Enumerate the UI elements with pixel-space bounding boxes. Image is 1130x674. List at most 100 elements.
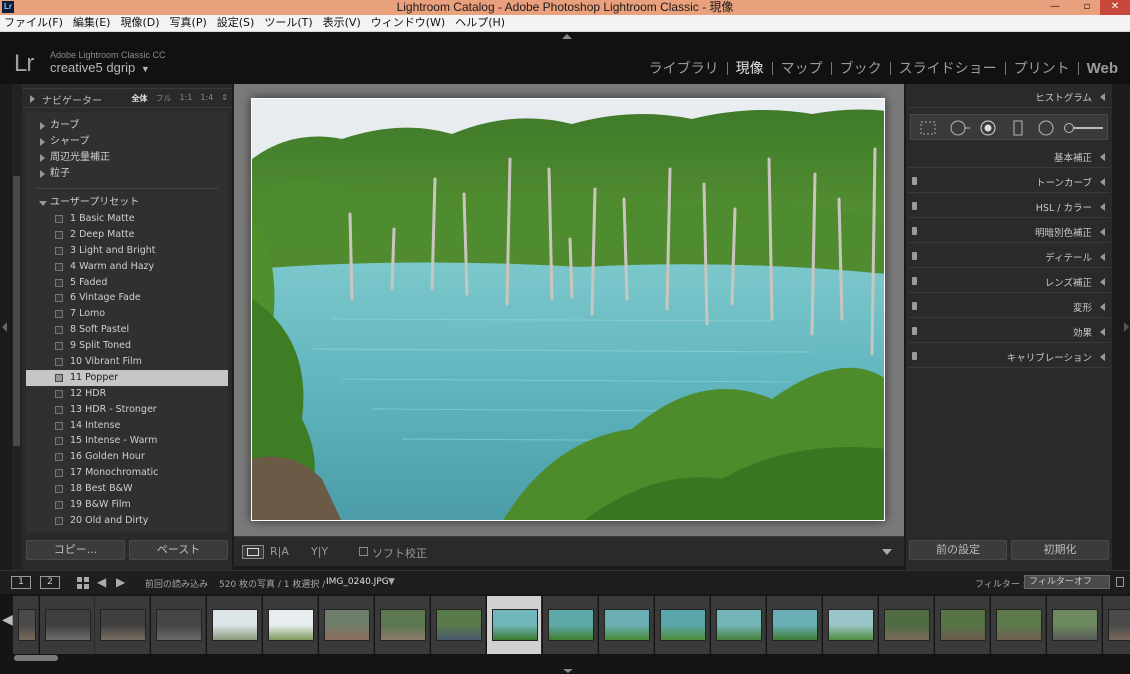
preset-item[interactable]: 12 HDR — [26, 386, 228, 402]
filmstrip-left-arrow-icon[interactable]: ◀ — [2, 612, 13, 628]
toolbar-menu-icon[interactable] — [882, 549, 892, 555]
preset-item[interactable]: 3 Light and Bright — [26, 243, 228, 259]
menu-view[interactable]: 表示(V) — [323, 15, 361, 31]
loupe-view-button[interactable] — [242, 545, 264, 559]
module-slideshow[interactable]: スライドショー — [891, 58, 1005, 78]
filmstrip-thumbnail[interactable] — [40, 596, 95, 654]
preset-item[interactable]: 8 Soft Pastel — [26, 322, 228, 338]
graduated-filter-icon[interactable] — [1009, 120, 1027, 136]
hsl-header[interactable]: HSL / カラー — [908, 196, 1110, 218]
minimize-button[interactable]: — — [1040, 0, 1070, 15]
menu-tools[interactable]: ツール(T) — [264, 15, 312, 31]
preset-item[interactable]: 2 Deep Matte — [26, 227, 228, 243]
scrollbar-thumb[interactable] — [13, 176, 20, 446]
menu-develop[interactable]: 現像(D) — [120, 15, 159, 31]
panel-switch-icon[interactable] — [912, 227, 917, 235]
panel-switch-icon[interactable] — [912, 302, 917, 310]
split-toning-header[interactable]: 明暗別色補正 — [908, 221, 1110, 243]
filmstrip-thumbnail[interactable] — [655, 596, 710, 654]
grid-icon[interactable] — [77, 577, 89, 589]
filmstrip-thumbnail[interactable] — [487, 596, 542, 654]
module-library[interactable]: ライブラリ — [641, 58, 727, 78]
filmstrip-thumbnail[interactable] — [823, 596, 878, 654]
filmstrip-thumbnail[interactable] — [431, 596, 486, 654]
filmstrip-thumbnail[interactable] — [1103, 596, 1130, 654]
preset-group-curve[interactable]: カーブ — [26, 118, 228, 134]
zoom-1-4[interactable]: 1:4 — [200, 93, 213, 104]
preset-item[interactable]: 4 Warm and Hazy — [26, 259, 228, 275]
preset-item[interactable]: 1 Basic Matte — [26, 211, 228, 227]
filter-lock-icon[interactable] — [1116, 577, 1124, 587]
panel-switch-icon[interactable] — [912, 277, 917, 285]
preset-item[interactable]: 19 B&W Film — [26, 497, 228, 513]
filmstrip-thumbnail[interactable] — [711, 596, 766, 654]
zoom-fill[interactable]: フル — [156, 93, 172, 104]
menu-file[interactable]: ファイル(F) — [4, 15, 63, 31]
panel-switch-icon[interactable] — [912, 202, 917, 210]
filmstrip-thumbnail[interactable] — [879, 596, 934, 654]
preset-item[interactable]: 17 Monochromatic — [26, 465, 228, 481]
preset-group-user[interactable]: ユーザープリセット — [26, 195, 228, 211]
filmstrip-thumbnail[interactable] — [207, 596, 262, 654]
panel-switch-icon[interactable] — [912, 177, 917, 185]
selected-filename[interactable]: IMG_0240.JPG — [326, 577, 389, 587]
filmstrip-thumbnail[interactable] — [151, 596, 206, 654]
close-button[interactable]: ✕ — [1100, 0, 1130, 15]
previous-settings-button[interactable]: 前の設定 — [909, 540, 1007, 560]
tone-curve-header[interactable]: トーンカーブ — [908, 171, 1110, 193]
identity-user[interactable]: creative5 dgrip ▼ — [50, 60, 150, 75]
module-develop[interactable]: 現像 — [728, 58, 772, 78]
panel-switch-icon[interactable] — [912, 352, 917, 360]
lens-corrections-header[interactable]: レンズ補正 — [908, 271, 1110, 293]
maximize-button[interactable]: ▫ — [1072, 0, 1102, 15]
preset-item[interactable]: 9 Split Toned — [26, 338, 228, 354]
preset-item[interactable]: 20 Old and Dirty — [26, 513, 228, 529]
preset-group-sharpen[interactable]: シャープ — [26, 134, 228, 150]
zoom-1-1[interactable]: 1:1 — [180, 93, 193, 104]
right-panel-toggle[interactable] — [1114, 84, 1130, 570]
collapse-bottom-icon[interactable] — [563, 669, 573, 673]
filmstrip-source[interactable]: 前回の読み込み — [145, 577, 208, 590]
red-eye-icon[interactable] — [979, 120, 997, 136]
preset-item[interactable]: 15 Intense - Warm — [26, 433, 228, 449]
menu-settings[interactable]: 設定(S) — [217, 15, 255, 31]
basic-panel-header[interactable]: 基本補正 — [908, 146, 1110, 168]
module-book[interactable]: ブック — [832, 58, 890, 78]
filmstrip-thumbnail[interactable] — [767, 596, 822, 654]
copy-button[interactable]: コピー... — [26, 540, 125, 560]
filmstrip-thumbnail[interactable] — [13, 596, 39, 654]
module-web[interactable]: Web — [1079, 60, 1126, 77]
filmstrip-thumbnail[interactable] — [319, 596, 374, 654]
preset-group-vignette[interactable]: 周辺光量補正 — [26, 150, 228, 166]
before-after-lr-button[interactable]: R|A — [270, 545, 289, 558]
filmstrip-thumbnail[interactable] — [263, 596, 318, 654]
before-after-tb-button[interactable]: Y|Y — [311, 545, 328, 558]
preset-item[interactable]: 11 Popper — [26, 369, 228, 386]
menu-help[interactable]: ヘルプ(H) — [455, 15, 505, 31]
filmstrip-thumbnail[interactable] — [1047, 596, 1102, 654]
collapse-top-icon[interactable] — [562, 34, 572, 39]
left-panel-scrollbar[interactable] — [12, 84, 22, 570]
transform-header[interactable]: 変形 — [908, 296, 1110, 318]
filmstrip-scrollbar[interactable] — [14, 655, 58, 661]
filmstrip-thumbnail[interactable] — [95, 596, 150, 654]
paste-button[interactable]: ペースト — [129, 540, 228, 560]
secondary-window-button[interactable]: 2 — [40, 576, 60, 589]
filmstrip-thumbnail[interactable] — [935, 596, 990, 654]
chevron-down-icon[interactable]: ▼ — [388, 577, 395, 587]
calibration-header[interactable]: キャリブレーション — [908, 346, 1110, 368]
filmstrip-thumbnail[interactable] — [543, 596, 598, 654]
main-photo[interactable] — [251, 98, 885, 521]
preset-item[interactable]: 14 Intense — [26, 418, 228, 434]
preset-item[interactable]: 13 HDR - Stronger — [26, 402, 228, 418]
adjustment-brush-icon[interactable] — [1063, 120, 1105, 136]
main-window-button[interactable]: 1 — [11, 576, 31, 589]
forward-arrow-icon[interactable]: ▶ — [116, 575, 125, 589]
left-panel-toggle[interactable] — [0, 84, 10, 570]
histogram-header[interactable]: ヒストグラム — [908, 86, 1110, 108]
preset-item[interactable]: 16 Golden Hour — [26, 449, 228, 465]
reset-button[interactable]: 初期化 — [1011, 540, 1109, 560]
radial-filter-icon[interactable] — [1037, 120, 1055, 136]
menu-edit[interactable]: 編集(E) — [73, 15, 111, 31]
navigator-header[interactable]: ナビゲーター 全体 フル 1:1 1:4 ⇕ — [22, 88, 232, 108]
